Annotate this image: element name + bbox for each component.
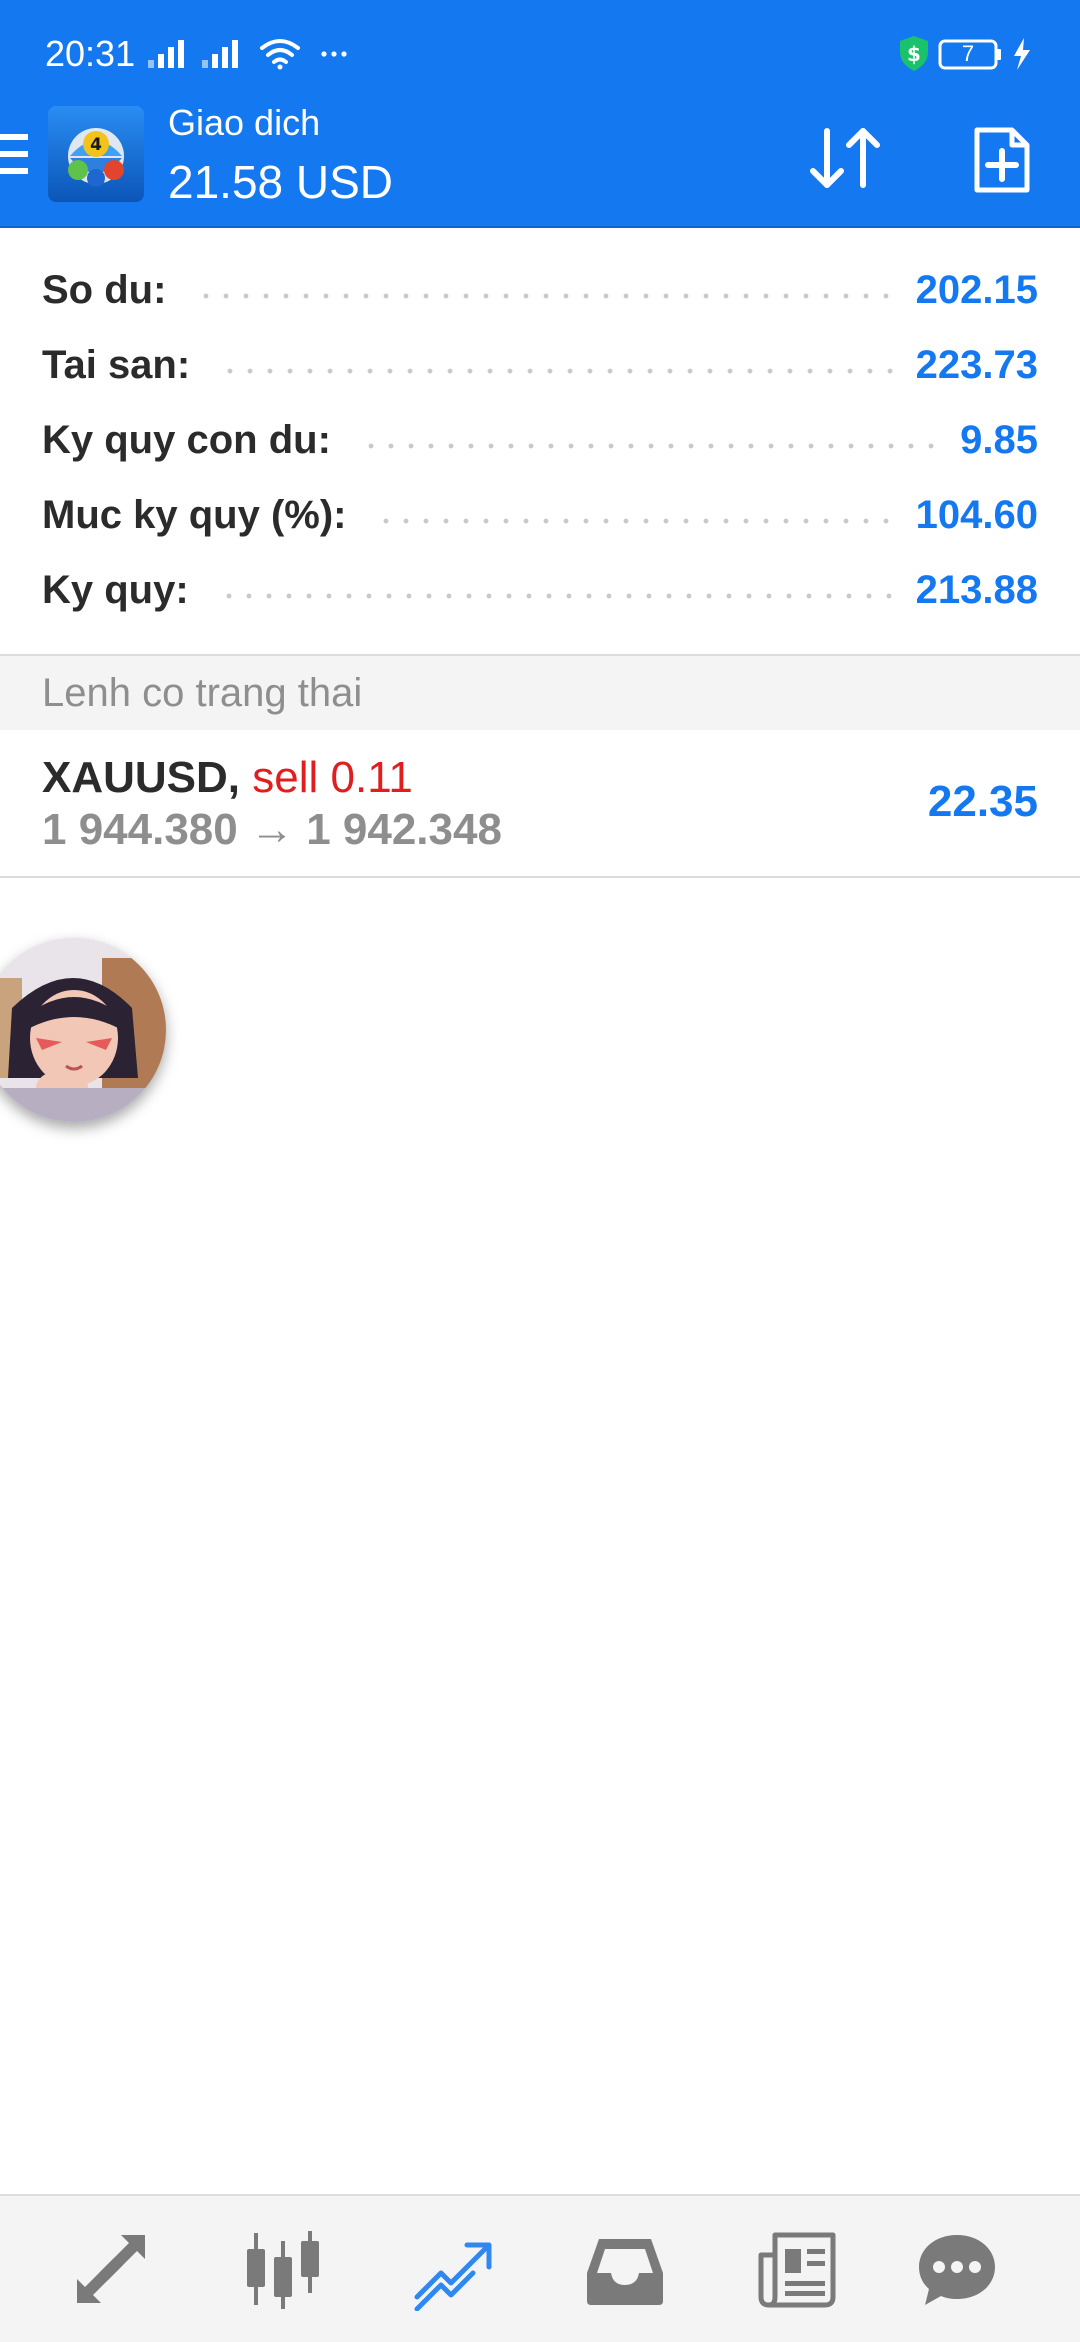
metatrader-logo-icon: 4 <box>48 106 144 202</box>
shield-dollar-icon: $ <box>900 36 928 71</box>
floating-avatar[interactable] <box>0 938 166 1122</box>
charging-icon <box>1014 38 1030 70</box>
dotted-leader <box>196 292 894 300</box>
nav-history[interactable] <box>570 2214 680 2324</box>
summary-value: 9.85 <box>960 417 1038 462</box>
position-summary: XAUUSD, sell 0.11 <box>42 752 413 804</box>
nav-quotes[interactable] <box>56 2214 166 2324</box>
position-prices: 1 944.380 → 1 942.348 <box>42 805 502 854</box>
page-title: Giao dich <box>168 102 321 143</box>
status-time: 20:31 <box>45 33 136 74</box>
app-header: 20:31 $ 7 4 Giao dich 21.58 USD <box>0 0 1080 228</box>
positions-section-header: Lenh co trang thai <box>0 654 1080 732</box>
more-dots-icon <box>321 51 347 57</box>
nav-chat[interactable] <box>902 2214 1012 2324</box>
position-separator: , <box>227 753 241 802</box>
summary-value: 202.15 <box>915 267 1038 312</box>
avatar-photo <box>0 938 166 1122</box>
chat-bubble-icon <box>919 2235 995 2305</box>
sort-button[interactable] <box>800 120 890 196</box>
position-profit: 22.35 <box>927 777 1038 826</box>
dotted-leader <box>220 367 894 375</box>
dotted-leader <box>360 442 939 450</box>
status-bar: 20:31 $ 7 <box>0 0 1080 108</box>
summary-row-equity: Tai san: 223.73 <box>42 335 1038 395</box>
network-status-icons <box>148 39 347 70</box>
battery-level: 7 <box>961 41 975 66</box>
add-document-icon <box>974 127 1030 193</box>
signal-icon <box>202 40 238 68</box>
summary-row-free-margin: Ky quy con du: 9.85 <box>42 410 1038 470</box>
summary-label: So du: <box>42 267 167 312</box>
trade-trend-icon <box>414 2242 492 2311</box>
header-profit-balance: 21.58 USD <box>168 156 394 208</box>
nav-chart[interactable] <box>228 2214 338 2324</box>
summary-label: Ky quy con du: <box>42 417 331 462</box>
device-status-icons: $ 7 <box>900 34 1040 74</box>
summary-value: 104.60 <box>915 492 1038 537</box>
sort-arrows-icon <box>810 128 880 188</box>
section-title: Lenh co trang thai <box>42 671 363 715</box>
wifi-icon <box>260 39 300 70</box>
svg-text:$: $ <box>907 42 921 66</box>
position-row[interactable]: XAUUSD, sell 0.11 1 944.380 → 1 942.348 … <box>0 730 1080 878</box>
summary-row-margin-level: Muc ky quy (%): 104.60 <box>42 485 1038 545</box>
svg-text:4: 4 <box>90 135 102 155</box>
nav-trade[interactable] <box>398 2214 508 2324</box>
summary-label: Muc ky quy (%): <box>42 492 347 537</box>
nav-news[interactable] <box>742 2214 852 2324</box>
summary-row-margin: Ky quy: 213.88 <box>42 560 1038 620</box>
position-symbol: XAUUSD <box>42 753 228 802</box>
summary-row-balance: So du: 202.15 <box>42 260 1038 320</box>
position-type: sell 0.11 <box>252 753 413 802</box>
quotes-arrows-icon <box>77 2235 145 2303</box>
summary-value: 223.73 <box>915 342 1038 387</box>
new-order-button[interactable] <box>962 118 1042 202</box>
hamburger-menu-icon[interactable] <box>0 132 30 178</box>
dotted-leader <box>218 592 894 600</box>
signal-icon <box>148 40 184 68</box>
summary-label: Tai san: <box>42 342 191 387</box>
news-icon <box>758 2232 836 2308</box>
dotted-leader <box>376 517 894 525</box>
summary-value: 213.88 <box>915 567 1038 612</box>
history-inbox-icon <box>587 2239 663 2305</box>
candlestick-chart-icon <box>247 2231 319 2309</box>
bottom-navigation <box>0 2194 1080 2342</box>
summary-label: Ky quy: <box>42 567 189 612</box>
